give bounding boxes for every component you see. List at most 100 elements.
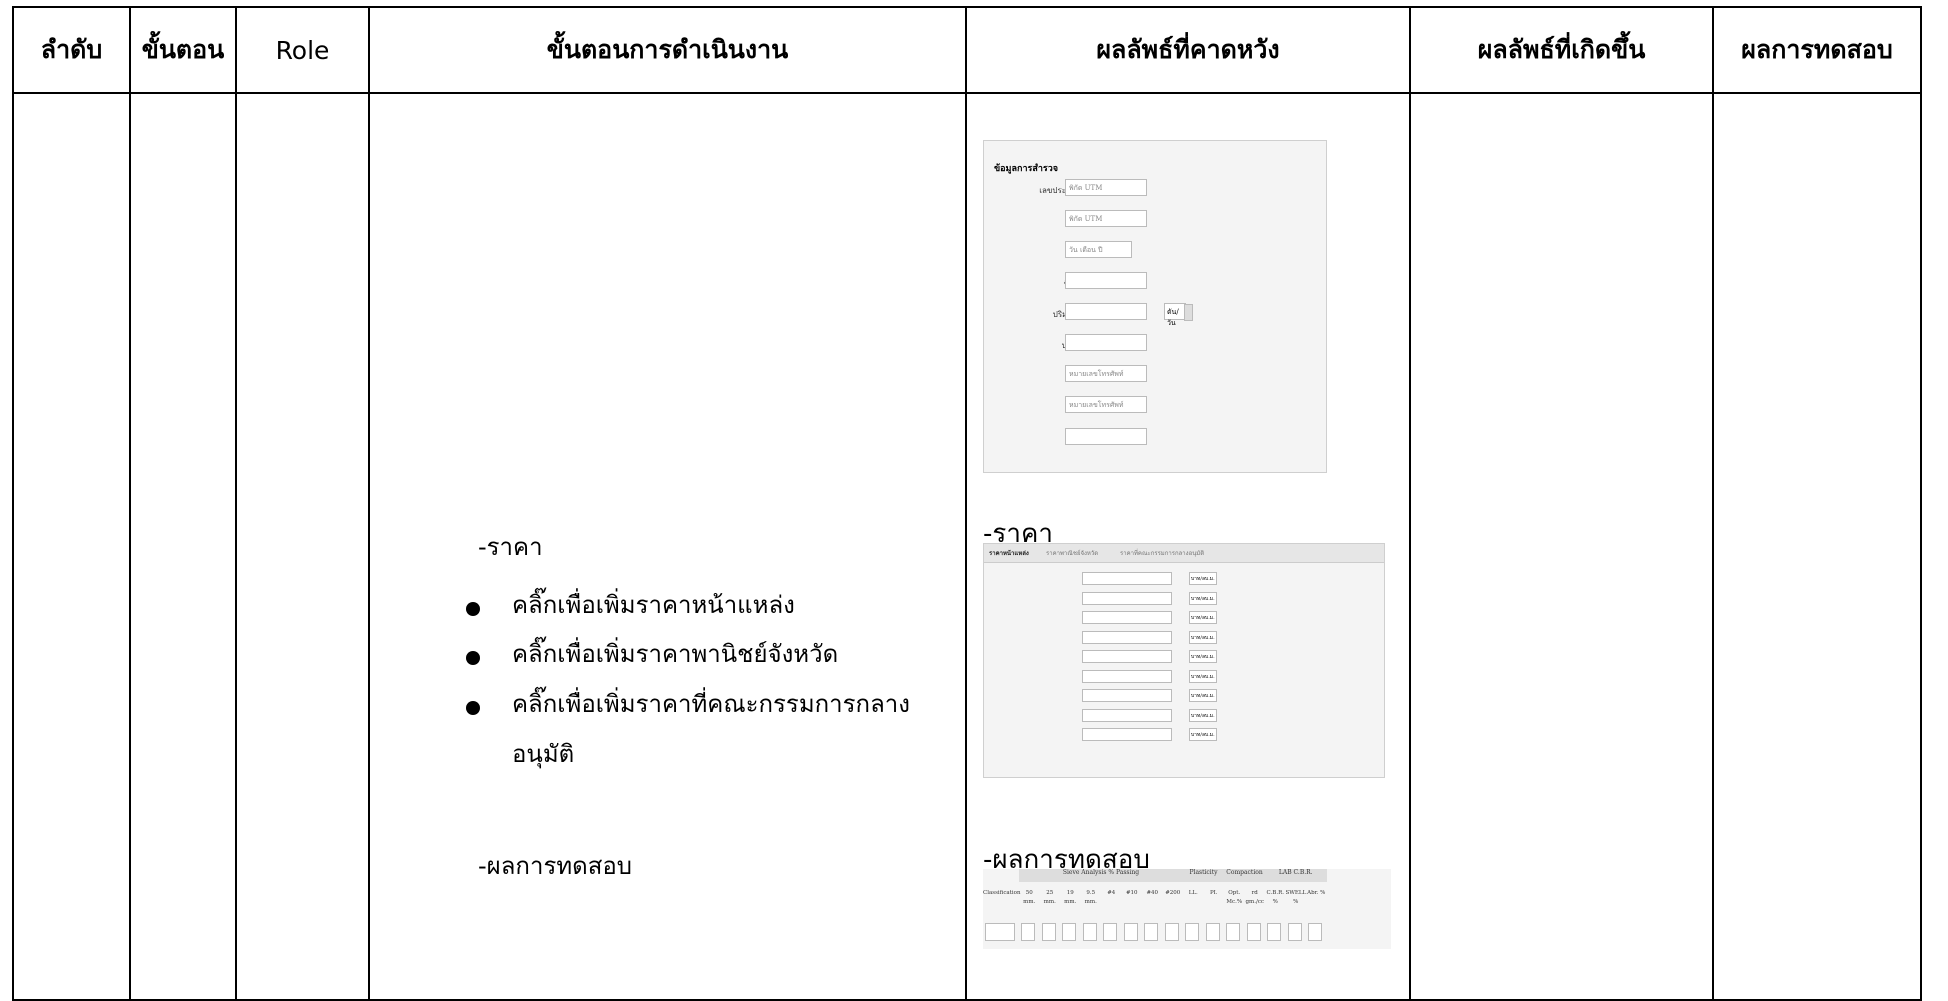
price-input[interactable]: [1082, 708, 1172, 722]
test-input[interactable]: [1103, 923, 1117, 941]
price-unit-select[interactable]: บาท/ลบ.ม.: [1189, 630, 1217, 644]
header-actual-result: ผลลัพธ์ที่เกิดขึ้น: [1409, 6, 1714, 94]
header-expected-result: ผลลัพธ์ที่คาดหวัง: [965, 6, 1411, 94]
price-unit-select[interactable]: บาท/ลบ.ม.: [1189, 689, 1217, 702]
price-row: ราคาหินขนาด 2" :บาท/ลบ.ม.: [984, 591, 1384, 609]
form-input[interactable]: หมายเลขโทรศัพท์: [1065, 365, 1147, 382]
test-input[interactable]: [1308, 923, 1322, 941]
test-results-screenshot: Sieve Analysis % Passing Plasticity Compac…: [983, 869, 1391, 949]
tab-provincial-price[interactable]: ราคาพาณิชย์จังหวัด: [1046, 548, 1098, 558]
form-input[interactable]: พิกัด UTM: [1065, 210, 1147, 227]
form-input[interactable]: [1065, 334, 1147, 351]
survey-form-screenshot: ข้อมูลการสำรวจ เลขประจำตัวสำรวจ : พิกัด …: [983, 140, 1327, 473]
price-row: ราคาหินขนาด 3/4" :บาท/ลบ.ม.: [984, 611, 1384, 628]
procedure-bullet-3-cont: อนุมัติ: [512, 740, 575, 768]
test-input[interactable]: [1226, 923, 1240, 941]
price-input[interactable]: [1082, 572, 1172, 585]
test-input[interactable]: [1287, 923, 1302, 941]
price-row: ราคาหินคลุก B :บาท/ลบ.ม.: [984, 689, 1384, 706]
cell-expected-result: ข้อมูลการสำรวจ เลขประจำตัวสำรวจ : พิกัด …: [965, 92, 1411, 1001]
header-procedure: ขั้นตอนการดำเนินงาน: [368, 6, 967, 94]
test-input[interactable]: [1123, 923, 1138, 941]
test-input[interactable]: [1021, 923, 1035, 941]
form-input[interactable]: พิกัด UTM: [1065, 179, 1147, 196]
test-input[interactable]: [1246, 923, 1261, 941]
price-row: ราคาหินคลุก A :บาท/ลบ.ม.: [984, 669, 1384, 687]
bullet-dot: [466, 651, 480, 665]
form-input[interactable]: [1065, 428, 1147, 445]
test-input[interactable]: [1185, 923, 1199, 941]
bullet-dot: [466, 701, 480, 715]
form-row: ประเภทแหล่ง :: [984, 334, 1326, 354]
cell-procedure: -ราคา คลิ๊กเพื่อเพิ่มราคาหน้าแหล่ง คลิ๊ก…: [368, 92, 967, 1001]
test-column-header: #40: [1146, 890, 1159, 896]
header-row: ลำดับ ขั้นตอน Role ขั้นตอนการดำเนินงาน ผ…: [12, 6, 1922, 94]
test-case-table: ลำดับ ขั้นตอน Role ขั้นตอนการดำเนินงาน ผ…: [12, 6, 1922, 1001]
form-input[interactable]: [1065, 303, 1147, 320]
tab-source-price[interactable]: ราคาหน้าแหล่ง: [989, 548, 1029, 558]
test-group-header: Compaction: [1224, 869, 1265, 882]
table-row: -ราคา คลิ๊กเพื่อเพิ่มราคาหน้าแหล่ง คลิ๊ก…: [12, 92, 1922, 1001]
test-column-header: rd gm./cc: [1245, 890, 1265, 905]
form-row: ปริมาณการผลิต : ตัน/วัน: [984, 303, 1326, 327]
test-column-header: Classification: [983, 890, 1021, 896]
header-order: ลำดับ: [12, 6, 131, 94]
test-column-header: SWELL %: [1285, 890, 1307, 905]
price-input[interactable]: [1082, 689, 1172, 702]
test-input[interactable]: [1062, 923, 1076, 941]
price-unit-select[interactable]: บาท/ลบ.ม.: [1189, 650, 1217, 663]
form-input[interactable]: หมายเลขโทรศัพท์: [1065, 396, 1147, 413]
price-input[interactable]: [1082, 650, 1172, 663]
tab-committee-price[interactable]: ราคาที่คณะกรรมการกลางอนุมัติ: [1120, 548, 1204, 558]
price-unit-select[interactable]: บาท/ลบ.ม.: [1189, 728, 1217, 741]
test-input[interactable]: [1164, 923, 1179, 941]
form-input[interactable]: [1065, 272, 1147, 289]
test-group-header: Sieve Analysis % Passing: [1019, 869, 1183, 882]
price-input[interactable]: [1082, 591, 1172, 605]
price-unit-select[interactable]: บาท/ลบ.ม.: [1189, 591, 1217, 605]
header-step: ขั้นตอน: [129, 6, 237, 94]
unit-select[interactable]: ตัน/วัน: [1164, 303, 1193, 327]
price-input[interactable]: [1082, 669, 1172, 683]
test-input[interactable]: [1205, 923, 1220, 941]
form-row: เลขประจำตัวสำรวจ : พิกัด UTM: [984, 179, 1326, 199]
price-tabs: ราคาหน้าแหล่ง ราคาพาณิชย์จังหวัด ราคาที่…: [984, 544, 1384, 563]
cell-step: [129, 92, 237, 1001]
test-column-header: C.B.R. %: [1266, 890, 1284, 905]
test-input[interactable]: [1041, 923, 1056, 941]
procedure-bullet-3: คลิ๊กเพื่อเพิ่มราคาที่คณะกรรมการกลาง: [512, 690, 910, 718]
test-input[interactable]: [985, 923, 1015, 941]
price-row: ราคาหินขนาด 1/2" :บาท/ลบ.ม.: [984, 630, 1384, 648]
form-row: ผู้สำรวจ : หมายเลขโทรศัพท์: [984, 365, 1326, 385]
procedure-bullet-2: คลิ๊กเพื่อเพิ่มราคาพานิชย์จังหวัด: [512, 640, 839, 668]
test-input[interactable]: [1144, 923, 1158, 941]
document-page: ลำดับ ขั้นตอน Role ขั้นตอนการดำเนินงาน ผ…: [0, 0, 1948, 1001]
form-input[interactable]: วัน เดือน ปี: [1065, 241, 1132, 258]
price-unit-select[interactable]: บาท/ลบ.ม.: [1189, 708, 1217, 722]
test-input[interactable]: [1082, 923, 1097, 941]
price-unit-select[interactable]: บาท/ลบ.ม.: [1189, 611, 1217, 624]
test-column-header: Opt. Mc.%: [1226, 890, 1243, 905]
cell-actual-result: [1409, 92, 1714, 1001]
procedure-bullet-1: คลิ๊กเพื่อเพิ่มราคาหน้าแหล่ง: [512, 591, 795, 619]
header-test-result: ผลการทดสอบ: [1712, 6, 1922, 94]
price-unit-select[interactable]: บาท/ลบ.ม.: [1189, 572, 1217, 585]
price-input[interactable]: [1082, 611, 1172, 624]
price-row: ราคาหินฝุ่น :บาท/ลบ.ม.: [984, 708, 1384, 726]
test-column-header: Abr. %: [1307, 890, 1326, 896]
price-unit-select[interactable]: บาท/ลบ.ม.: [1189, 669, 1217, 683]
price-input[interactable]: [1082, 728, 1172, 741]
price-input[interactable]: [1082, 630, 1172, 644]
test-column-header: #10: [1125, 890, 1138, 896]
bullet-dot: [466, 602, 480, 616]
procedure-price-heading: -ราคา: [478, 533, 543, 561]
test-column-header: LL.: [1188, 890, 1198, 896]
test-input[interactable]: [1267, 923, 1281, 941]
test-column-header: 19 mm.: [1064, 890, 1077, 905]
form-row: พิกัด UTM: [984, 210, 1326, 230]
test-group-header: Plasticity: [1183, 869, 1224, 882]
cell-order: [12, 92, 131, 1001]
test-column-header: #200: [1165, 890, 1181, 896]
test-column-header: 50 mm.: [1023, 890, 1036, 905]
cell-role: [235, 92, 370, 1001]
